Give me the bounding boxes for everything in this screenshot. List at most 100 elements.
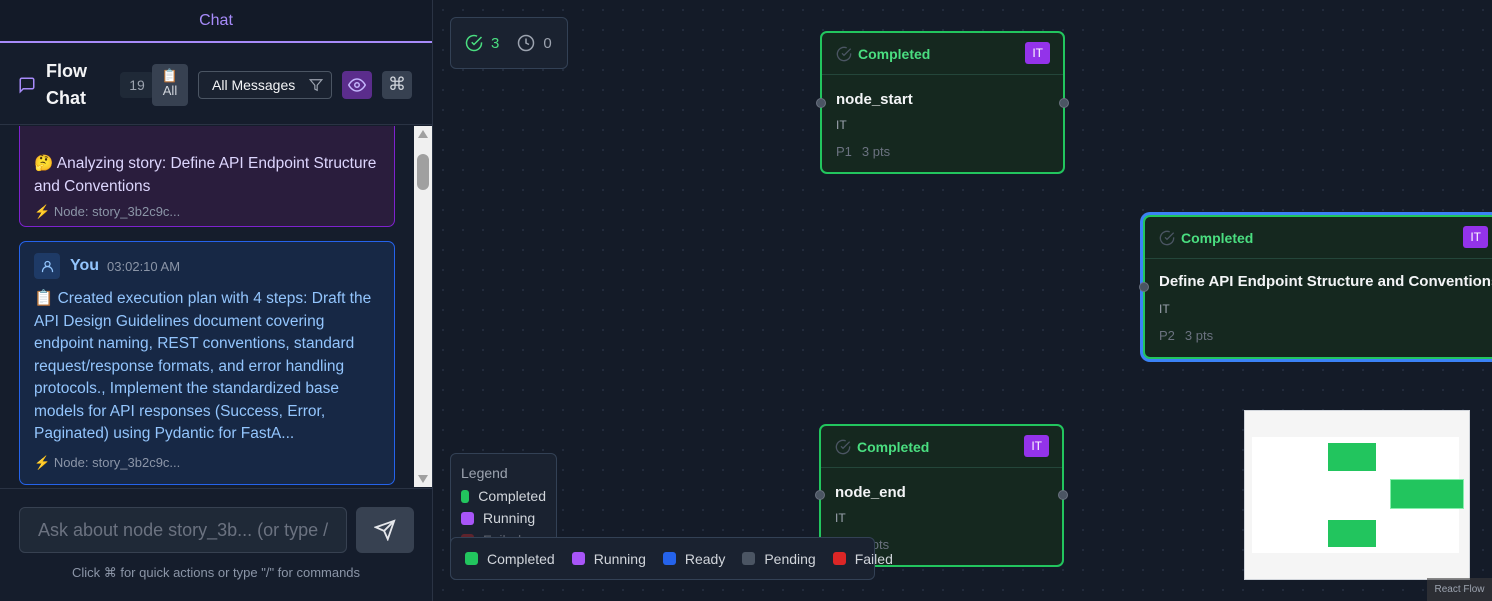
user-node-ref: Node: story_3b2c9c... xyxy=(53,455,181,470)
node-category: IT xyxy=(1159,302,1170,316)
check-circle-icon xyxy=(1159,230,1175,245)
user-icon xyxy=(41,260,53,272)
node-title: node_end xyxy=(835,484,906,501)
legend-bar-label: Completed xyxy=(487,550,555,567)
check-circle-icon xyxy=(836,46,852,61)
eye-icon xyxy=(348,77,366,92)
node-header: Completed IT xyxy=(821,426,1062,468)
minimap-node xyxy=(1328,443,1376,471)
agent-node-ref: Node: story_3b2c9c... xyxy=(53,204,181,219)
node-category: IT xyxy=(835,511,846,525)
chat-input[interactable] xyxy=(19,507,347,553)
message-scrollbar[interactable] xyxy=(414,126,432,487)
minimap[interactable] xyxy=(1244,410,1470,580)
node-title: Define API Endpoint Structure and Conven… xyxy=(1159,273,1492,290)
node-status: Completed xyxy=(858,45,931,62)
check-circle-icon xyxy=(465,34,483,52)
legend-bar-item: Running xyxy=(571,550,646,567)
flow-canvas[interactable]: 3 0 Completed IT node_start IT P1 3 pts xyxy=(433,0,1492,601)
node-input-handle[interactable] xyxy=(816,98,826,108)
node-header: Completed IT xyxy=(822,33,1063,75)
user-message: You 03:02:10 AM 📋 Created execution plan… xyxy=(19,241,395,485)
node-tag: IT xyxy=(1463,226,1488,248)
legend-bar-label: Failed xyxy=(854,550,893,567)
chat-panel: Chat Flow Chat 19 📋 All All Messages ⌘ 🤔 xyxy=(0,0,433,601)
node-category: IT xyxy=(836,118,847,132)
scroll-down-arrow[interactable] xyxy=(418,475,428,483)
node-tag: IT xyxy=(1025,42,1050,64)
legend-bar-item: Pending xyxy=(742,551,816,567)
node-meta: P2 3 pts xyxy=(1159,328,1213,343)
all-label: All xyxy=(162,82,178,98)
chat-header: Flow Chat 19 📋 All All Messages ⌘ xyxy=(0,45,432,125)
status-swatch xyxy=(742,552,756,565)
user-message-node: ⚡ Node: story_3b2c9c... xyxy=(34,455,181,470)
node-tag: IT xyxy=(1024,435,1049,457)
message-square-icon xyxy=(19,77,35,94)
message-list[interactable]: 🤔 Analyzing story: Define API Endpoint S… xyxy=(0,126,414,487)
send-button[interactable] xyxy=(356,507,414,553)
chat-title: Flow Chat xyxy=(46,60,87,108)
legend-bar-item: Completed xyxy=(465,551,555,567)
tab-chat[interactable]: Chat xyxy=(0,0,432,43)
command-icon: ⌘ xyxy=(388,74,406,94)
node-points: 3 pts xyxy=(1184,328,1214,343)
legend-title: Legend xyxy=(461,465,508,481)
send-icon xyxy=(374,519,396,541)
message-filter-select[interactable]: All Messages xyxy=(198,70,332,99)
agent-message-node: ⚡ Node: story_3b2c9c... xyxy=(34,204,181,219)
status-legend-bar: Completed Running Ready Pending Failed xyxy=(450,537,893,580)
legend-label: Running xyxy=(483,510,536,526)
status-counters: 3 0 xyxy=(450,17,568,69)
status-swatch xyxy=(461,489,470,503)
scroll-up-arrow[interactable] xyxy=(418,130,428,138)
status-swatch xyxy=(662,552,676,565)
node-output-handle[interactable] xyxy=(1059,98,1069,108)
clipboard-icon: 📋 xyxy=(161,67,179,83)
clock-icon xyxy=(518,34,535,52)
filter-value: All Messages xyxy=(212,76,296,93)
agent-message: 🤔 Analyzing story: Define API Endpoint S… xyxy=(19,126,395,227)
status-swatch xyxy=(465,552,478,565)
message-count-badge: 19 xyxy=(120,71,154,98)
legend-bar-label: Ready xyxy=(684,550,726,567)
minimap-node xyxy=(1391,480,1463,508)
check-circle-icon xyxy=(835,439,851,454)
toggle-visibility-button[interactable] xyxy=(342,70,372,99)
react-flow-attribution[interactable]: React Flow xyxy=(1427,578,1492,601)
node-input-handle[interactable] xyxy=(1139,282,1149,292)
filter-icon xyxy=(309,78,323,91)
node-status: Completed xyxy=(1181,229,1254,246)
node-status: Completed xyxy=(857,438,930,455)
legend-item: Completed xyxy=(461,485,546,507)
node-points: 3 pts xyxy=(861,144,891,159)
chat-composer: Click ⌘ for quick actions or type "/" fo… xyxy=(0,488,432,601)
all-messages-button[interactable]: 📋 All xyxy=(152,63,188,106)
node-header: Completed IT xyxy=(1145,217,1492,259)
flow-node[interactable]: Completed IT node_start IT P1 3 pts xyxy=(816,31,1069,174)
command-button[interactable]: ⌘ xyxy=(382,70,412,99)
pending-count: 0 xyxy=(543,34,552,52)
user-message-text: 📋 Created execution plan with 4 steps: D… xyxy=(34,290,372,442)
completed-counter: 3 xyxy=(465,34,499,52)
agent-message-text: 🤔 Analyzing story: Define API Endpoint S… xyxy=(34,155,377,195)
node-input-handle[interactable] xyxy=(815,490,825,500)
minimap-node xyxy=(1328,520,1376,547)
scroll-thumb[interactable] xyxy=(417,154,429,190)
message-timestamp: 03:02:10 AM xyxy=(107,258,181,274)
legend-bar-label: Running xyxy=(593,550,646,567)
app-root: Chat Flow Chat 19 📋 All All Messages ⌘ 🤔 xyxy=(0,0,1492,601)
completed-count: 3 xyxy=(491,34,500,52)
legend-bar-item: Ready xyxy=(662,550,726,567)
node-output-handle[interactable] xyxy=(1058,490,1068,500)
status-swatch xyxy=(461,511,474,525)
user-name: You xyxy=(70,257,100,274)
node-priority: P2 xyxy=(1159,328,1175,343)
user-message-header: You 03:02:10 AM xyxy=(34,253,180,279)
flow-node-selected[interactable]: Completed IT Define API Endpoint Structu… xyxy=(1139,215,1492,359)
legend-label: Completed xyxy=(478,488,546,504)
status-swatch xyxy=(832,552,846,565)
status-swatch xyxy=(571,552,585,565)
pending-counter: 0 xyxy=(517,34,552,52)
node-meta: P1 3 pts xyxy=(836,144,890,159)
